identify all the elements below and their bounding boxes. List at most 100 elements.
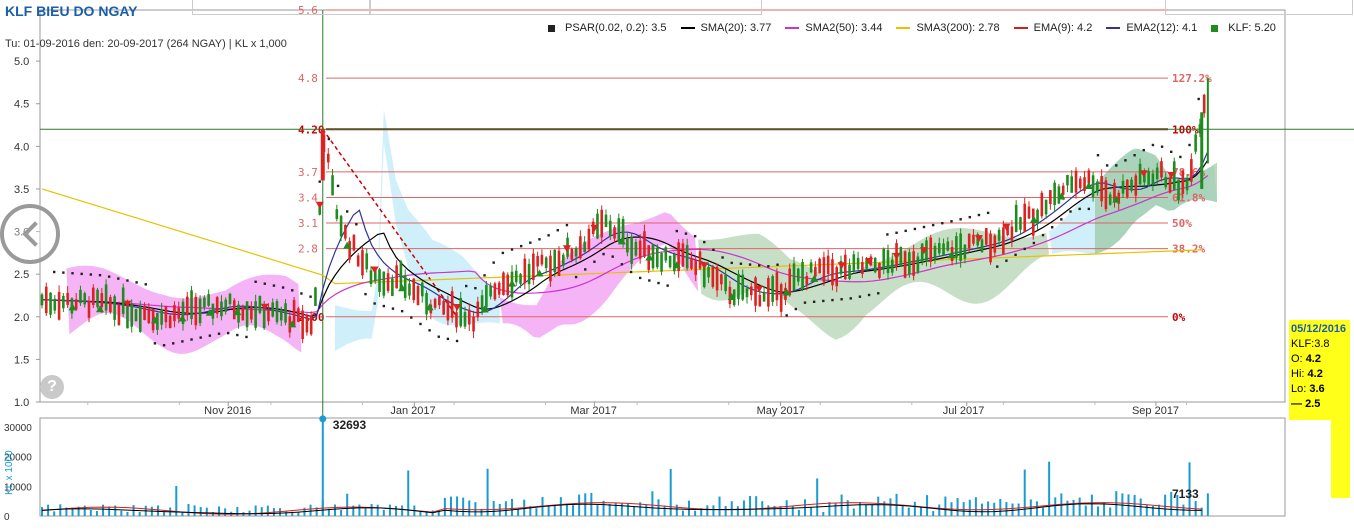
- psar-dot: [208, 334, 212, 337]
- candle-body: [489, 285, 492, 297]
- candle-body: [1100, 176, 1103, 202]
- candle-body: [955, 236, 958, 259]
- psar-dot: [71, 272, 74, 275]
- candle-body: [1040, 192, 1044, 217]
- psar-dot: [153, 342, 157, 345]
- candle-body: [745, 288, 749, 298]
- candle-body: [997, 229, 1001, 241]
- legend-label: PSAR(0.02, 0.2): 3.5: [565, 22, 667, 34]
- volume-bar: [95, 510, 98, 516]
- psar-dot: [1115, 164, 1118, 167]
- candle-body: [463, 312, 467, 327]
- psar-dot: [1023, 247, 1026, 251]
- fib-left-label: 3.7: [298, 166, 318, 179]
- candle-body: [937, 243, 941, 254]
- candle-body: [160, 309, 163, 325]
- volume-bar: [59, 504, 62, 516]
- volume-bar: [718, 496, 721, 516]
- tooltip-name: KLF:3.8: [1291, 338, 1330, 350]
- psar-dot: [849, 297, 852, 300]
- psar-dot: [657, 281, 660, 285]
- psar-dot: [739, 262, 743, 265]
- psar-dot: [959, 218, 962, 221]
- candle-body: [557, 250, 561, 276]
- psar-dot: [986, 211, 990, 215]
- candle-body: [497, 282, 501, 295]
- psar-dot: [758, 264, 761, 267]
- candle-body: [1023, 203, 1027, 233]
- psar-dot: [858, 295, 862, 298]
- candle-body: [643, 231, 646, 257]
- psar-dot: [455, 339, 459, 343]
- candle-body: [455, 312, 458, 328]
- candle-body: [485, 285, 488, 308]
- candle-body: [762, 292, 766, 302]
- candle-body: [134, 309, 138, 322]
- candle-body: [1125, 179, 1129, 197]
- y-tick-label: 4.0: [14, 141, 29, 153]
- psar-dot: [703, 240, 706, 244]
- psar-dot: [822, 299, 825, 303]
- legend-item-3[interactable]: SMA3(200): 2.78: [896, 22, 1000, 34]
- candle-body: [1130, 179, 1133, 191]
- prev-period-button[interactable]: [0, 204, 60, 264]
- psar-dot: [767, 265, 770, 268]
- candle-body: [348, 240, 351, 260]
- candle-body: [190, 290, 193, 320]
- legend-item-6[interactable]: KLF: 5.20: [1211, 22, 1276, 34]
- psar-dot: [410, 316, 413, 319]
- legend-item-1[interactable]: SMA(20): 3.77: [680, 22, 772, 34]
- psar-dot: [263, 282, 266, 285]
- volume-bar: [559, 497, 562, 516]
- psar-dot: [53, 270, 56, 274]
- psar-dot: [336, 184, 340, 188]
- legend-item-5[interactable]: EMA2(12): 4.1: [1106, 22, 1197, 34]
- psar-dot: [886, 233, 889, 236]
- legend-item-2[interactable]: SMA2(50): 3.44: [785, 22, 882, 34]
- help-icon[interactable]: ?: [40, 375, 64, 399]
- volume-bar: [987, 501, 990, 516]
- volume-bar: [340, 510, 343, 516]
- volume-bar: [41, 507, 43, 516]
- legend-item-4[interactable]: EMA(9): 4.2: [1013, 22, 1092, 34]
- y-tick-label: 5.0: [14, 56, 29, 68]
- candle-body: [617, 218, 621, 242]
- psar-dot: [574, 275, 578, 279]
- candle-body: [138, 306, 142, 332]
- candle-body: [814, 266, 817, 277]
- legend-item-0[interactable]: PSAR(0.02, 0.2): 3.5: [548, 22, 667, 34]
- candle-body: [391, 278, 394, 296]
- volume-bar: [919, 506, 922, 516]
- legend[interactable]: PSAR(0.02, 0.2): 3.5 SMA(20): 3.77 SMA2(50…: [548, 22, 1290, 34]
- volume-bar: [907, 507, 910, 516]
- fib-left-label: 3.1: [298, 217, 318, 230]
- fib-left-label: 3.4: [298, 191, 318, 204]
- candle-body: [685, 245, 689, 269]
- volume-bar: [333, 504, 336, 516]
- psar-dot: [1060, 218, 1063, 221]
- volume-bar: [651, 491, 654, 516]
- candle-body: [1049, 190, 1052, 205]
- candle-body: [365, 253, 369, 270]
- candle-body: [459, 297, 463, 327]
- candle-body: [476, 301, 480, 318]
- legend-label: SMA(20): 3.77: [700, 22, 772, 34]
- volume-bar: [468, 500, 471, 516]
- psar-dot: [629, 270, 633, 274]
- candle-body: [1087, 170, 1091, 184]
- candle-body: [1155, 167, 1159, 180]
- volume-bar: [749, 495, 752, 516]
- candle-body: [608, 220, 612, 237]
- y-tick-label: 2.5: [14, 269, 29, 281]
- volume-bar: [474, 502, 477, 516]
- psar-dot: [1133, 154, 1136, 157]
- legend-marker: [548, 24, 555, 32]
- candle-body: [386, 273, 390, 291]
- volume-bar: [120, 510, 123, 516]
- candle-body: [929, 237, 933, 262]
- psar-dot: [547, 234, 550, 237]
- candle-body: [771, 276, 774, 302]
- candle-body: [1104, 180, 1108, 210]
- candle-body: [583, 241, 586, 252]
- candle-body: [1044, 199, 1048, 215]
